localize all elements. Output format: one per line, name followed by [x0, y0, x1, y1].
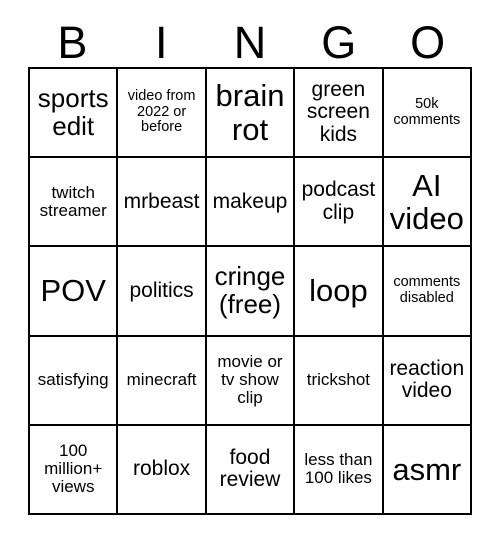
- bingo-cell-i5[interactable]: roblox: [118, 425, 207, 515]
- bingo-cell-label: movie or tv show clip: [217, 351, 283, 408]
- bingo-cell-label: video from 2022 or before: [127, 88, 196, 136]
- bingo-cell-o3[interactable]: comments disabled: [383, 247, 472, 337]
- bingo-cell-label: cringe (free): [214, 261, 286, 319]
- bingo-cell-n1[interactable]: brain rot: [206, 69, 296, 159]
- bingo-header-row: B I N G O: [28, 18, 472, 67]
- bingo-cell-label: mrbeast: [123, 189, 200, 213]
- bingo-cell-o1[interactable]: 50k comments: [383, 69, 472, 159]
- bingo-cell-label: 50k comments: [393, 96, 461, 128]
- bingo-cell-b4[interactable]: satisfying: [30, 336, 119, 426]
- bingo-grid: sports edit video from 2022 or before br…: [28, 67, 472, 515]
- bingo-cell-label: politics: [129, 278, 194, 302]
- bingo-cell-n4[interactable]: movie or tv show clip: [206, 336, 296, 426]
- bingo-cell-i2[interactable]: mrbeast: [118, 158, 207, 248]
- bingo-cell-label: loop: [309, 273, 368, 309]
- bingo-cell-label: food review: [219, 445, 281, 492]
- bingo-cell-label: sports edit: [37, 82, 109, 141]
- bingo-cell-label: POV: [40, 273, 106, 309]
- bingo-header-letter-n: N: [233, 17, 267, 68]
- bingo-header-letter-g: G: [321, 17, 357, 68]
- bingo-cell-o4[interactable]: reaction video: [383, 336, 472, 426]
- bingo-header-letter-o: O: [410, 17, 446, 68]
- bingo-header-letter-i: I: [154, 17, 168, 68]
- bingo-cell-label: less than 100 likes: [304, 450, 373, 488]
- bingo-cell-label: 100 million+ views: [44, 441, 103, 497]
- bingo-cell-b3[interactable]: POV: [30, 247, 119, 337]
- bingo-cell-label: green screen kids: [306, 77, 370, 146]
- bingo-cell-n5[interactable]: food review: [206, 425, 296, 515]
- bingo-cell-i4[interactable]: minecraft: [118, 336, 207, 426]
- bingo-cell-i3[interactable]: politics: [118, 247, 207, 337]
- bingo-cell-label: podcast clip: [301, 178, 376, 224]
- bingo-cell-label: twitch streamer: [39, 182, 107, 220]
- bingo-cell-g5[interactable]: less than 100 likes: [295, 425, 384, 515]
- bingo-cell-label: brain rot: [215, 78, 285, 147]
- bingo-cell-b1[interactable]: sports edit: [30, 69, 119, 159]
- bingo-cell-g2[interactable]: podcast clip: [295, 158, 384, 248]
- bingo-cell-label: trickshot: [306, 370, 371, 390]
- bingo-cell-b2[interactable]: twitch streamer: [30, 158, 119, 248]
- bingo-cell-o2[interactable]: AI video: [383, 158, 472, 248]
- bingo-cell-label: comments disabled: [393, 274, 461, 306]
- bingo-card: B I N G O sports edit video from 2022 or…: [0, 0, 500, 544]
- bingo-cell-label: asmr: [392, 451, 462, 487]
- bingo-cell-g4[interactable]: trickshot: [295, 336, 384, 426]
- bingo-header-letter-b: B: [57, 17, 88, 68]
- bingo-cell-n3-free[interactable]: cringe (free): [206, 247, 296, 337]
- bingo-cell-label: minecraft: [126, 370, 197, 390]
- bingo-cell-g3[interactable]: loop: [295, 247, 384, 337]
- bingo-cell-o5[interactable]: asmr: [383, 425, 472, 515]
- bingo-cell-b5[interactable]: 100 million+ views: [30, 425, 119, 515]
- bingo-cell-label: makeup: [212, 189, 288, 213]
- bingo-cell-label: reaction video: [389, 356, 465, 403]
- bingo-cell-n2[interactable]: makeup: [206, 158, 296, 248]
- bingo-cell-label: AI video: [389, 167, 464, 236]
- bingo-cell-label: roblox: [132, 457, 191, 481]
- bingo-cell-label: satisfying: [37, 370, 109, 390]
- bingo-cell-g1[interactable]: green screen kids: [295, 69, 384, 159]
- bingo-cell-i1[interactable]: video from 2022 or before: [118, 69, 207, 159]
